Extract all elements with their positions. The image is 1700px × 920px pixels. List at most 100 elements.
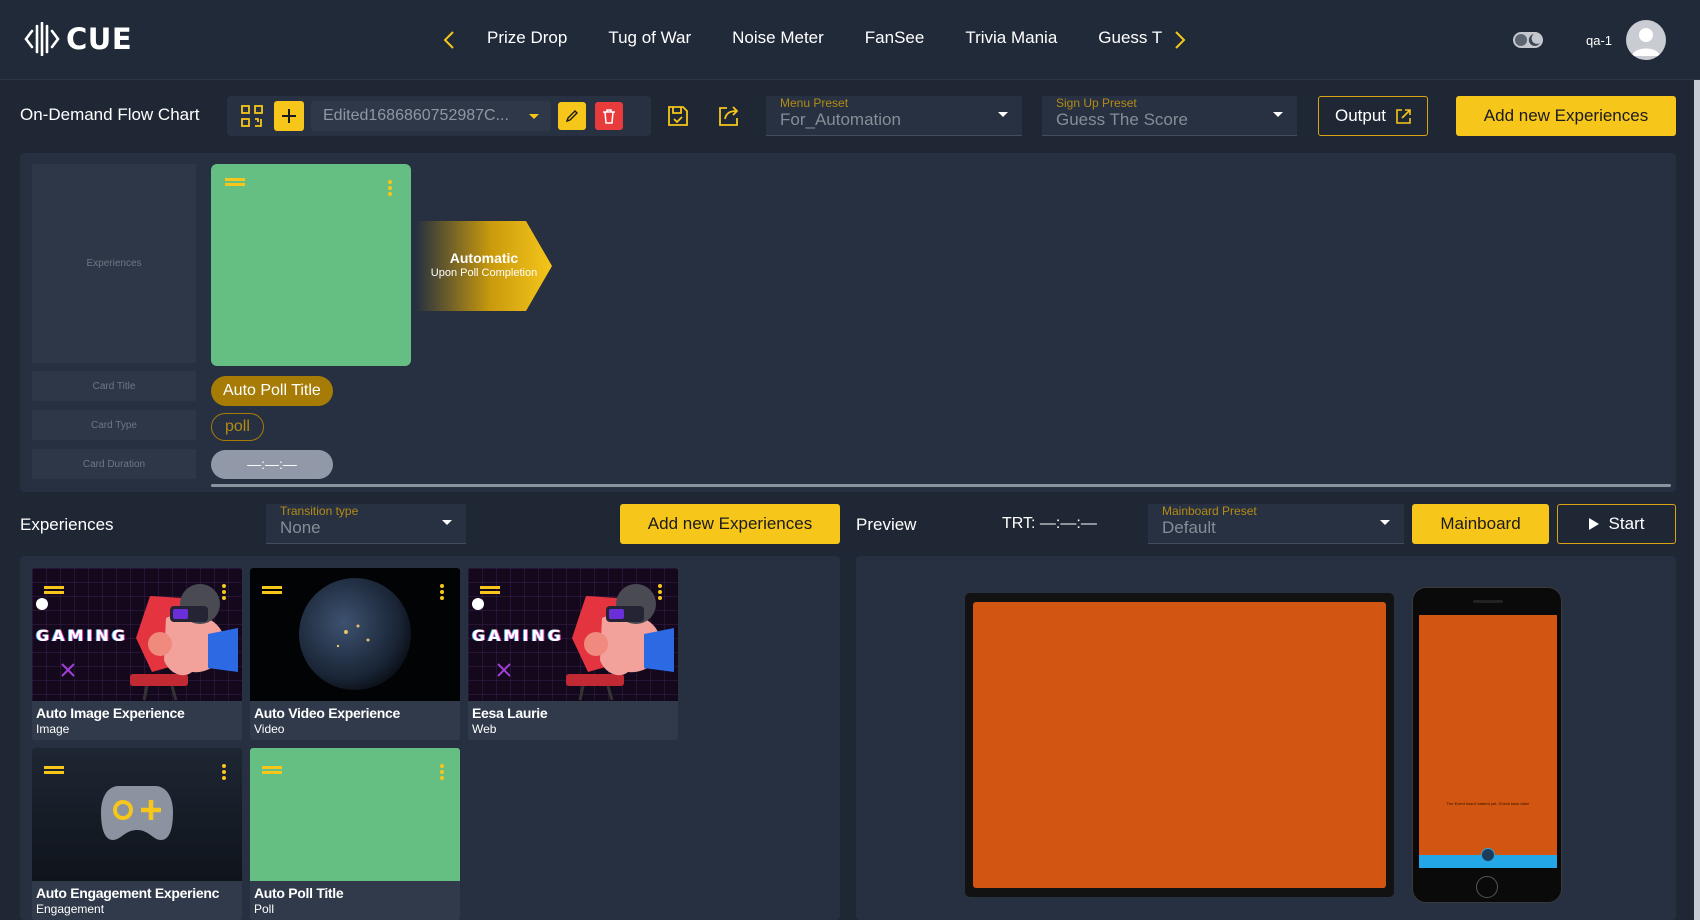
card-duration-pill[interactable]: —:—:— [211, 450, 333, 479]
experience-card-poll[interactable]: Auto Poll Title Poll [250, 748, 460, 920]
more-options-icon[interactable] [658, 584, 662, 600]
experience-name: Auto Engagement Experienc [36, 885, 220, 901]
mainboard-preset-select[interactable]: Mainboard Preset Default [1148, 504, 1404, 544]
nav-scroll-left-button[interactable] [439, 26, 459, 54]
drag-handle-icon[interactable] [262, 586, 282, 594]
play-icon [1588, 518, 1599, 530]
user-icon [1632, 28, 1660, 56]
experience-thumbnail [250, 568, 460, 701]
nav-item-tug-of-war[interactable]: Tug of War [608, 28, 691, 48]
add-flow-button[interactable] [274, 101, 304, 131]
cue-logo-icon [24, 22, 60, 56]
nav-item-prize-drop[interactable]: Prize Drop [487, 28, 567, 48]
experience-thumbnail [250, 748, 460, 881]
experience-thumbnail: GAMING [32, 568, 242, 701]
nav-item-guess-t[interactable]: Guess T [1098, 28, 1162, 48]
theme-toggle[interactable] [1512, 28, 1544, 52]
experience-thumbnail [32, 748, 242, 881]
page-vertical-scrollbar[interactable] [1694, 80, 1700, 920]
drag-handle-icon[interactable] [225, 178, 245, 186]
flow-horizontal-scrollbar[interactable] [211, 484, 1671, 487]
experiences-library-panel: GAMING Auto Image Experience Image Auto … [20, 556, 840, 920]
transition-subtitle: Upon Poll Completion [430, 267, 538, 279]
experience-card-web[interactable]: GAMING Eesa Laurie Web [468, 568, 678, 740]
transition-title: Automatic [449, 250, 519, 266]
more-options-icon[interactable] [440, 584, 444, 600]
user-avatar[interactable] [1626, 20, 1666, 60]
phone-speaker [1473, 600, 1503, 603]
nav-item-fansee[interactable]: FanSee [865, 28, 925, 48]
gaming-wordmark: GAMING [472, 626, 564, 645]
row-label-card-title: Card Title [32, 371, 196, 401]
edit-flow-button[interactable] [558, 102, 586, 130]
phone-add-icon [1481, 848, 1495, 862]
menu-preset-select[interactable]: Menu Preset For_Automation [766, 96, 1022, 136]
experience-nav: Prize Drop Tug of War Noise Meter FanSee… [487, 28, 1162, 48]
experiences-section-title: Experiences [20, 515, 114, 534]
share-flow-button[interactable] [715, 102, 743, 130]
logo-text: CUE [66, 22, 133, 56]
output-button-label: Output [1334, 106, 1387, 125]
nav-scroll-right-button[interactable] [1170, 26, 1190, 54]
qr-code-button[interactable] [237, 101, 267, 131]
signup-preset-value: Guess The Score [1056, 110, 1188, 129]
experience-type: Image [36, 722, 70, 736]
start-button-label: Start [1608, 514, 1645, 533]
menu-preset-label: Menu Preset [780, 96, 849, 110]
drag-handle-icon[interactable] [480, 586, 500, 594]
transition-type-value: None [280, 518, 321, 537]
flow-chart-panel: Experiences Card Title Card Type Card Du… [20, 153, 1676, 492]
moon-toggle-icon [1513, 32, 1543, 48]
flow-select-value: Edited1686860752987C... [323, 107, 509, 124]
cue-logo[interactable]: CUE [24, 22, 132, 56]
flow-tools: Edited1686860752987C... [227, 96, 651, 136]
transition-type-label: Transition type [280, 504, 359, 518]
dropdown-caret-icon [442, 520, 452, 525]
more-options-icon[interactable] [222, 584, 226, 600]
output-button[interactable]: Output [1318, 96, 1428, 136]
gamepad-icon [101, 786, 173, 840]
chevron-right-icon [1175, 31, 1186, 49]
start-button[interactable]: Start [1557, 504, 1676, 544]
more-options-icon[interactable] [388, 180, 392, 196]
mainboard-preview-screen [973, 602, 1386, 888]
more-options-icon[interactable] [222, 764, 226, 780]
drag-handle-icon[interactable] [44, 586, 64, 594]
signup-preset-label: Sign Up Preset [1056, 96, 1137, 110]
drag-handle-icon[interactable] [262, 766, 282, 774]
page-title: On-Demand Flow Chart [20, 105, 200, 124]
experience-name: Auto Poll Title [254, 885, 344, 901]
save-flow-button[interactable] [664, 102, 692, 130]
card-title-pill[interactable]: Auto Poll Title [211, 376, 333, 406]
signup-preset-select[interactable]: Sign Up Preset Guess The Score [1042, 96, 1297, 136]
experience-card-video[interactable]: Auto Video Experience Video [250, 568, 460, 740]
mainboard-button[interactable]: Mainboard [1412, 504, 1549, 544]
gaming-wordmark: GAMING [36, 626, 128, 645]
add-new-experiences-button[interactable]: Add new Experiences [620, 504, 840, 544]
transition-type-select[interactable]: Transition type None [266, 504, 466, 544]
card-type-pill[interactable]: poll [211, 413, 264, 441]
experience-card-image[interactable]: GAMING Auto Image Experience Image [32, 568, 242, 740]
flow-poll-card[interactable] [211, 164, 411, 366]
dropdown-caret-icon [1380, 520, 1390, 525]
dropdown-caret-icon [1273, 112, 1283, 117]
chevron-left-icon [443, 31, 454, 49]
nav-item-noise-meter[interactable]: Noise Meter [732, 28, 824, 48]
flow-select[interactable]: Edited1686860752987C... [311, 101, 551, 131]
dropdown-caret-icon [529, 101, 539, 131]
share-icon [719, 106, 739, 126]
mobile-preview-device: The Event hasn't started yet. Check back… [1412, 587, 1562, 903]
preview-section-title: Preview [856, 515, 917, 534]
row-label-card-duration: Card Duration [32, 449, 196, 479]
nav-item-trivia-mania[interactable]: Trivia Mania [965, 28, 1057, 48]
add-new-experiences-top-button[interactable]: Add new Experiences [1456, 96, 1676, 136]
trash-icon [603, 108, 615, 124]
drag-handle-icon[interactable] [44, 766, 64, 774]
experience-name: Eesa Laurie [472, 705, 548, 721]
more-options-icon[interactable] [440, 764, 444, 780]
delete-flow-button[interactable] [595, 102, 623, 130]
experience-name: Auto Video Experience [254, 705, 400, 721]
qr-code-icon [241, 105, 263, 127]
experience-card-engagement[interactable]: Auto Engagement Experienc Engagement [32, 748, 242, 920]
mainboard-preset-label: Mainboard Preset [1162, 504, 1257, 518]
